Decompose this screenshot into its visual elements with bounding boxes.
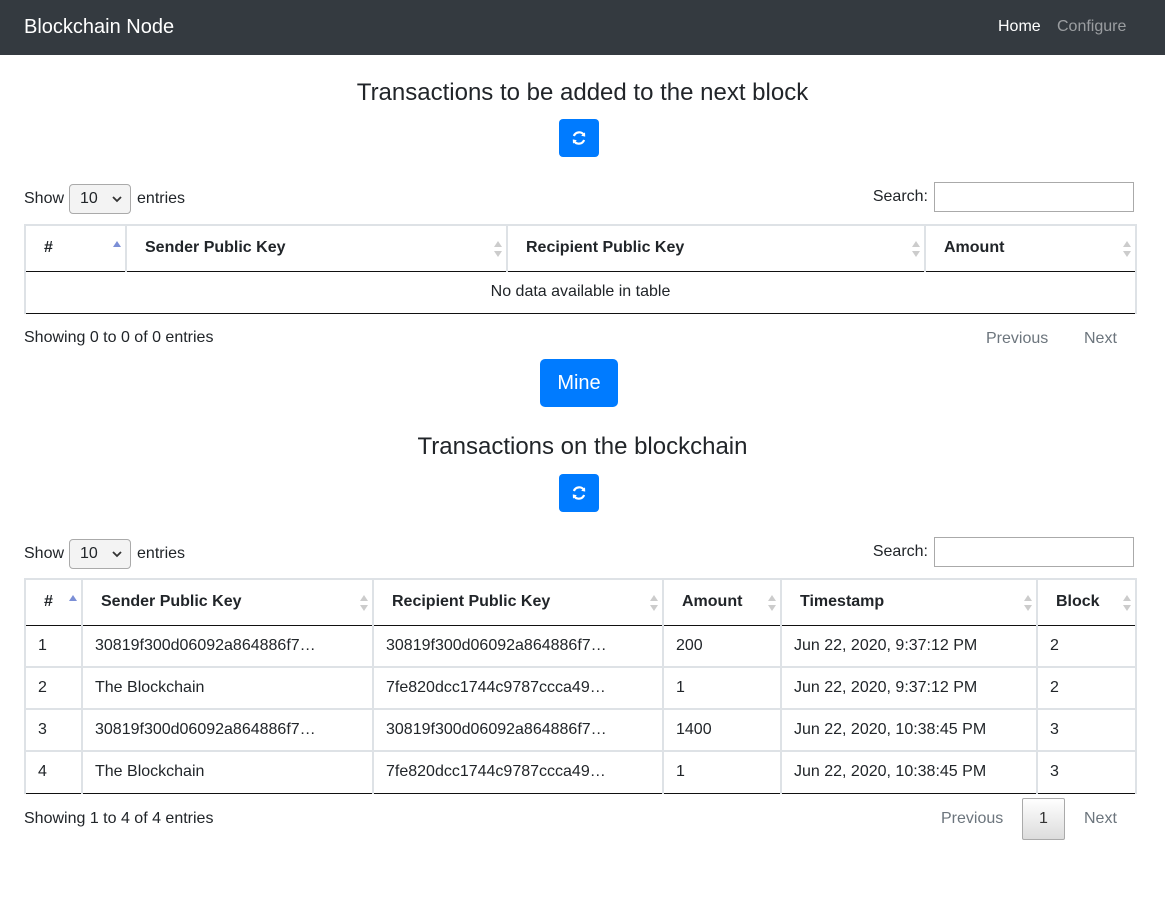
cell-block: 2 bbox=[1036, 625, 1137, 668]
pending-search: Search: bbox=[873, 182, 1134, 212]
column-header-number[interactable]: # bbox=[24, 224, 127, 272]
sort-icon bbox=[1123, 595, 1131, 611]
cell-block: 3 bbox=[1036, 751, 1137, 794]
show-label: Show bbox=[24, 190, 65, 207]
chain-previous-button[interactable]: Previous bbox=[941, 810, 1003, 828]
cell-recipient: 30819f300d06092a864886f7… bbox=[372, 625, 664, 668]
nav-configure[interactable]: Configure bbox=[1057, 17, 1126, 37]
sort-icon bbox=[912, 241, 920, 257]
pending-length-control: Show 10 entries bbox=[24, 184, 185, 214]
cell-amount: 1 bbox=[662, 667, 782, 710]
sort-icon bbox=[69, 595, 77, 601]
page-size-value: 10 bbox=[80, 190, 98, 207]
page-size-value: 10 bbox=[80, 545, 98, 562]
column-header-recipient[interactable]: Recipient Public Key bbox=[372, 578, 664, 626]
refresh-pending-button[interactable] bbox=[559, 119, 599, 157]
cell-amount: 200 bbox=[662, 625, 782, 668]
chain-page-1-button[interactable]: 1 bbox=[1022, 798, 1065, 840]
sort-icon bbox=[1024, 595, 1032, 611]
cell-block: 2 bbox=[1036, 667, 1137, 710]
sort-icon bbox=[768, 595, 776, 611]
search-label: Search: bbox=[872, 543, 928, 560]
chain-next-button[interactable]: Next bbox=[1084, 810, 1117, 828]
pending-search-input[interactable] bbox=[934, 182, 1134, 212]
brand-title[interactable]: Blockchain Node bbox=[24, 15, 174, 39]
cell-recipient: 30819f300d06092a864886f7… bbox=[372, 709, 664, 752]
cell-recipient: 7fe820dcc1744c9787ccca49… bbox=[372, 751, 664, 794]
table-row: 2 The Blockchain 7fe820dcc1744c9787ccca4… bbox=[24, 667, 1137, 710]
column-header-sender[interactable]: Sender Public Key bbox=[125, 224, 508, 272]
chain-page-size-select[interactable]: 10 bbox=[69, 539, 132, 569]
cell-number: 4 bbox=[24, 751, 83, 794]
column-header-recipient[interactable]: Recipient Public Key bbox=[506, 224, 926, 272]
cell-timestamp: Jun 22, 2020, 10:38:45 PM bbox=[780, 709, 1038, 752]
empty-table-message: No data available in table bbox=[24, 271, 1137, 314]
pending-previous-button[interactable]: Previous bbox=[986, 330, 1048, 348]
table-row: 4 The Blockchain 7fe820dcc1744c9787ccca4… bbox=[24, 751, 1137, 794]
cell-timestamp: Jun 22, 2020, 9:37:12 PM bbox=[780, 667, 1038, 710]
table-header-row: # Sender Public Key Recipient Public Key… bbox=[24, 224, 1137, 272]
cell-block: 3 bbox=[1036, 709, 1137, 752]
column-header-number[interactable]: # bbox=[24, 578, 83, 626]
table-row: 3 30819f300d06092a864886f7… 30819f300d06… bbox=[24, 709, 1137, 752]
cell-sender: 30819f300d06092a864886f7… bbox=[81, 709, 374, 752]
column-header-amount[interactable]: Amount bbox=[662, 578, 782, 626]
cell-number: 1 bbox=[24, 625, 83, 668]
cell-timestamp: Jun 22, 2020, 10:38:45 PM bbox=[780, 751, 1038, 794]
sort-icon bbox=[650, 595, 658, 611]
column-header-sender[interactable]: Sender Public Key bbox=[81, 578, 374, 626]
mine-button[interactable]: Mine bbox=[540, 359, 618, 407]
pending-transactions-table: # Sender Public Key Recipient Public Key… bbox=[24, 224, 1137, 314]
cell-sender: The Blockchain bbox=[81, 667, 374, 710]
cell-recipient: 7fe820dcc1744c9787ccca49… bbox=[372, 667, 664, 710]
column-header-timestamp[interactable]: Timestamp bbox=[780, 578, 1038, 626]
table-row: 1 30819f300d06092a864886f7… 30819f300d06… bbox=[24, 625, 1137, 668]
chain-table-info: Showing 1 to 4 of 4 entries bbox=[24, 810, 214, 827]
cell-number: 3 bbox=[24, 709, 83, 752]
pending-table-info: Showing 0 to 0 of 0 entries bbox=[24, 329, 214, 346]
pending-next-button[interactable]: Next bbox=[1084, 330, 1117, 348]
cell-amount: 1 bbox=[662, 751, 782, 794]
column-header-block[interactable]: Block bbox=[1036, 578, 1137, 626]
entries-label: entries bbox=[137, 545, 186, 562]
cell-sender: The Blockchain bbox=[81, 751, 374, 794]
chain-title: Transactions on the blockchain bbox=[417, 433, 748, 460]
sort-icon bbox=[113, 241, 121, 247]
sort-icon bbox=[360, 595, 368, 611]
refresh-icon bbox=[572, 131, 586, 145]
sort-icon bbox=[1123, 241, 1131, 257]
cell-timestamp: Jun 22, 2020, 9:37:12 PM bbox=[780, 625, 1038, 668]
show-label: Show bbox=[24, 545, 65, 562]
chain-length-control: Show 10 entries bbox=[24, 539, 185, 569]
cell-amount: 1400 bbox=[662, 709, 782, 752]
chain-search-input[interactable] bbox=[934, 537, 1134, 567]
table-row: No data available in table bbox=[24, 271, 1137, 314]
chevron-down-icon bbox=[112, 195, 122, 202]
pending-page-size-select[interactable]: 10 bbox=[69, 184, 132, 214]
navbar: Blockchain Node Home Configure bbox=[0, 0, 1165, 55]
refresh-icon bbox=[572, 486, 586, 500]
entries-label: entries bbox=[137, 190, 186, 207]
table-header-row: # Sender Public Key Recipient Public Key… bbox=[24, 578, 1137, 626]
search-label: Search: bbox=[872, 188, 928, 205]
sort-icon bbox=[494, 241, 502, 257]
refresh-chain-button[interactable] bbox=[559, 474, 599, 512]
nav-home[interactable]: Home bbox=[998, 17, 1041, 37]
pending-title: Transactions to be added to the next blo… bbox=[356, 79, 809, 106]
chevron-down-icon bbox=[112, 550, 122, 557]
cell-number: 2 bbox=[24, 667, 83, 710]
chain-transactions-table: # Sender Public Key Recipient Public Key… bbox=[24, 578, 1137, 794]
chain-search: Search: bbox=[873, 537, 1134, 567]
column-header-amount[interactable]: Amount bbox=[924, 224, 1137, 272]
cell-sender: 30819f300d06092a864886f7… bbox=[81, 625, 374, 668]
